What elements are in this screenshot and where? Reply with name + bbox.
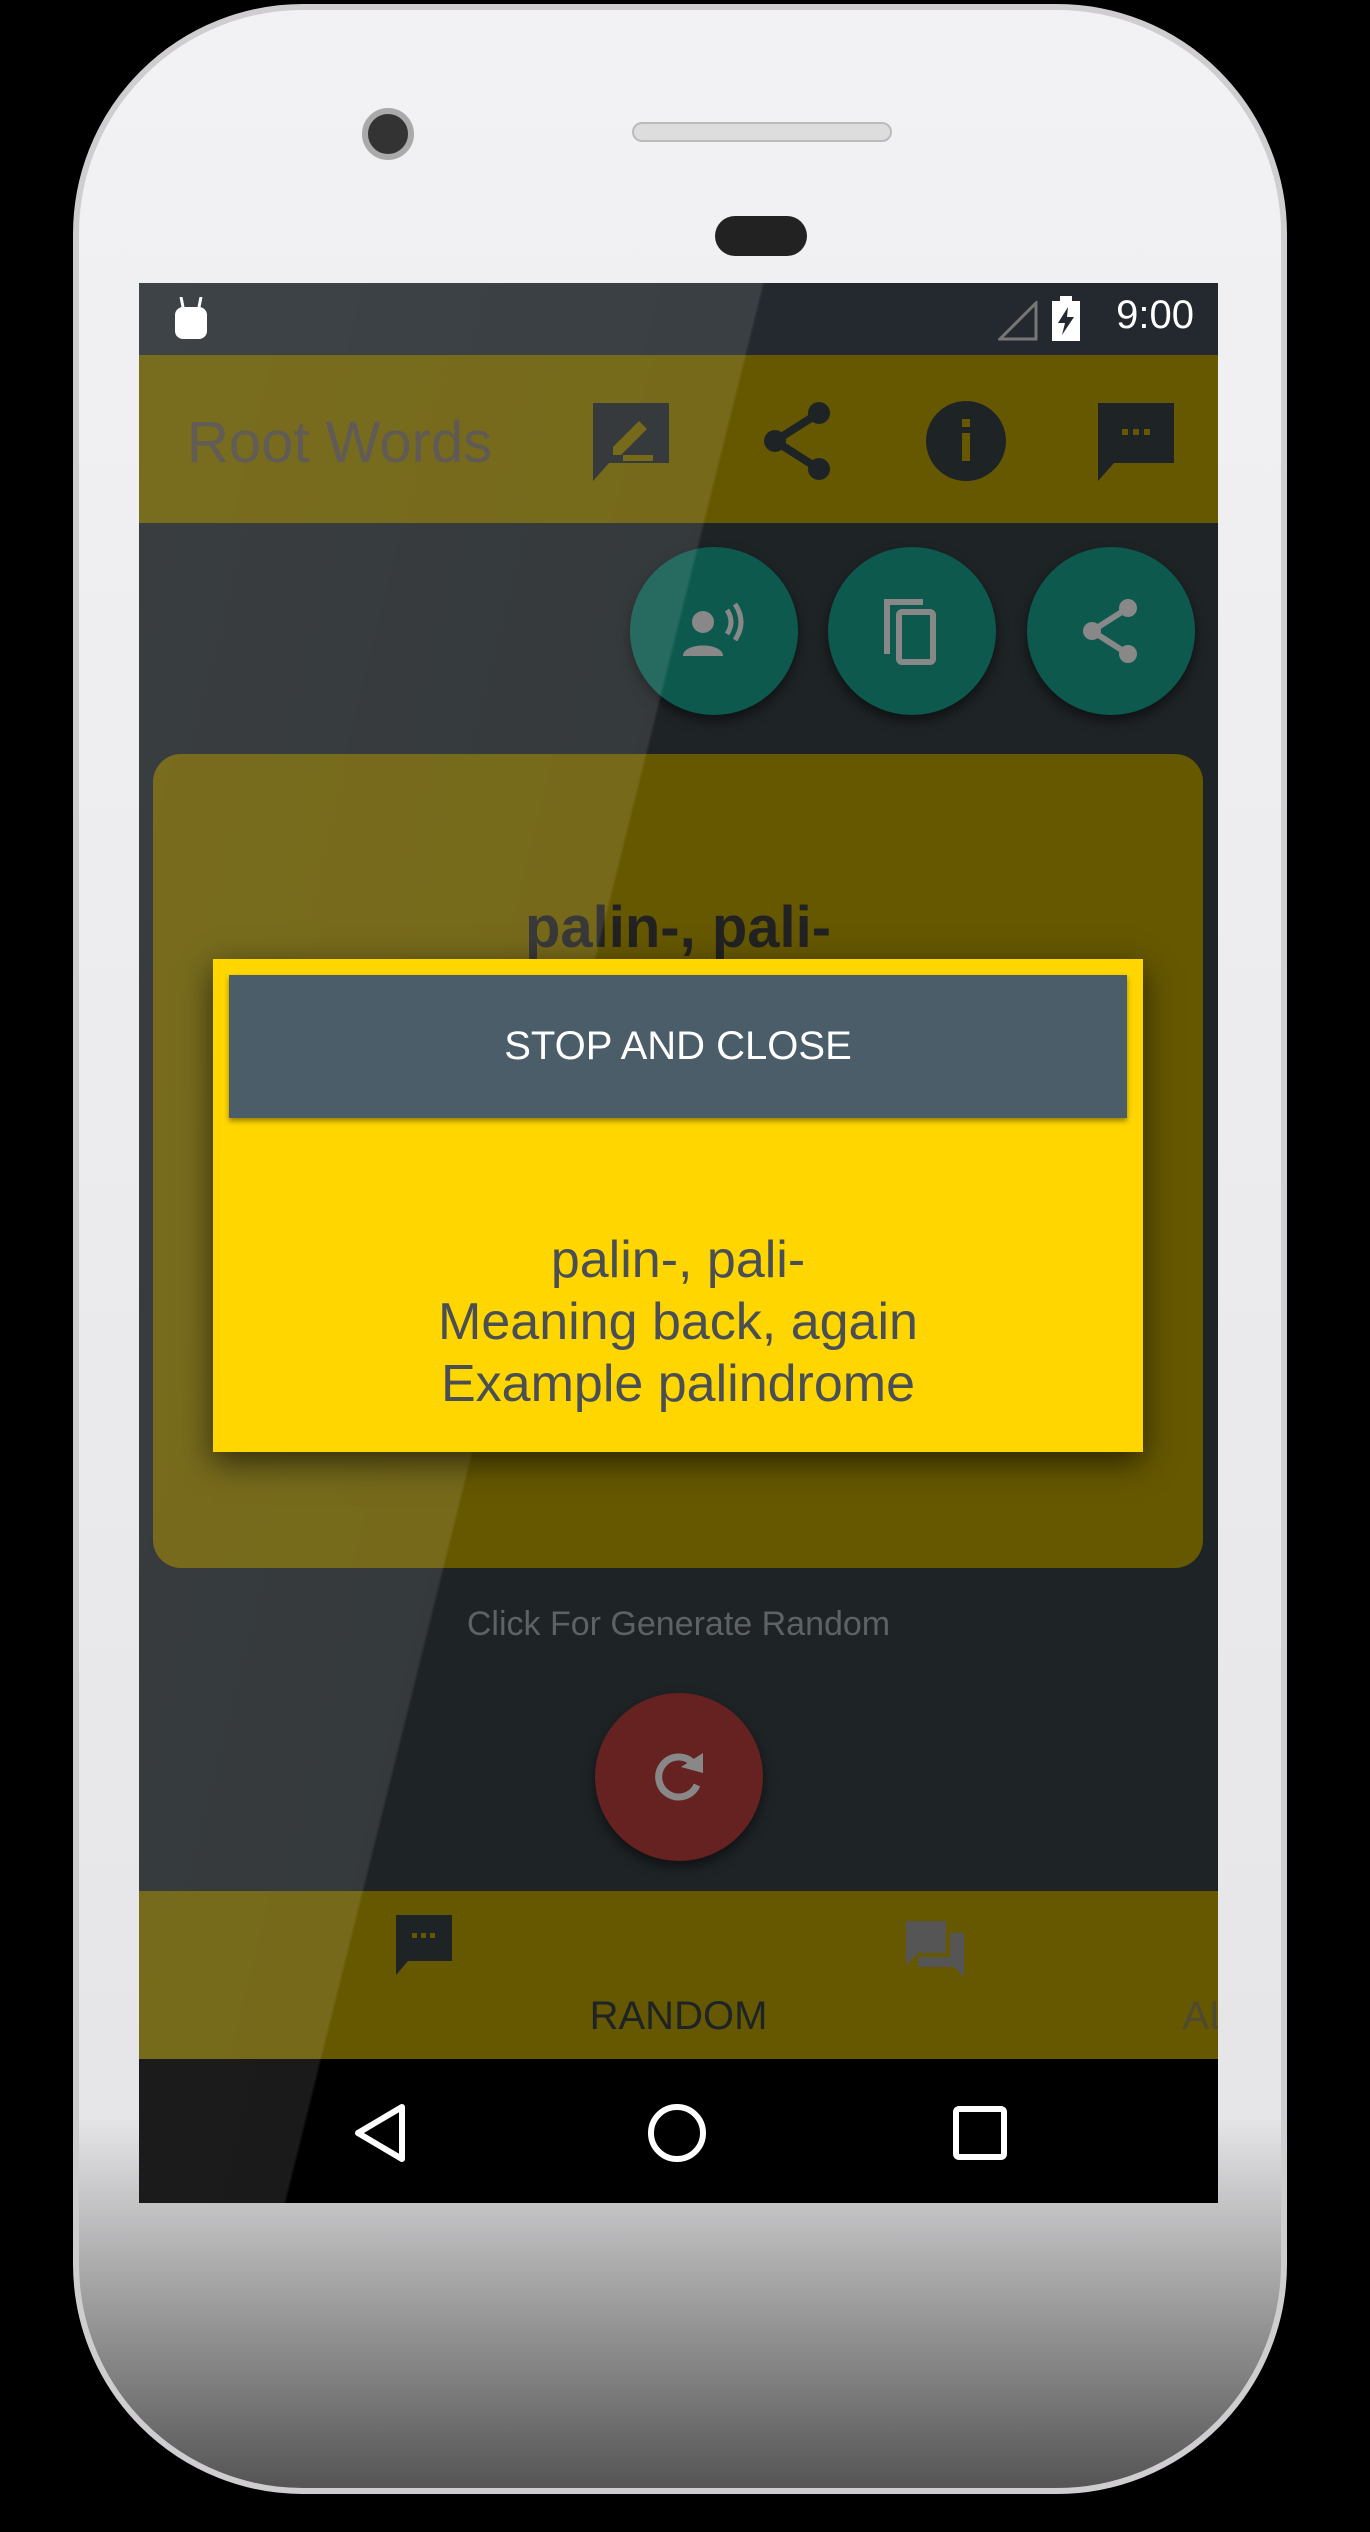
copy-icon xyxy=(884,599,936,665)
bottom-navigation: RANDOM ALL xyxy=(139,1891,1218,2059)
front-camera xyxy=(362,108,414,160)
app-toolbar: Root Words xyxy=(139,355,1218,523)
clock: 9:00 xyxy=(1116,293,1194,337)
word-dialog: STOP AND CLOSE palin-, pali- Meaning bac… xyxy=(213,959,1143,1452)
edit-note-icon[interactable] xyxy=(589,399,673,483)
refresh-icon xyxy=(655,1753,703,1801)
card-word: palin-, pali- xyxy=(524,895,832,960)
generate-hint: Click For Generate Random xyxy=(466,1605,891,1643)
share-icon[interactable] xyxy=(757,399,841,483)
earpiece xyxy=(632,122,892,142)
chat-icon[interactable] xyxy=(1094,399,1178,483)
speak-icon xyxy=(683,602,744,656)
battery-charging-icon xyxy=(1052,296,1080,341)
android-notification-icon xyxy=(175,297,207,339)
back-icon[interactable] xyxy=(352,2103,408,2163)
refresh-button[interactable] xyxy=(595,1693,763,1861)
recents-icon[interactable] xyxy=(952,2105,1008,2161)
chat-icon xyxy=(396,1915,452,1975)
stop-and-close-button[interactable]: STOP AND CLOSE xyxy=(229,975,1127,1118)
system-navigation-bar xyxy=(139,2059,1218,2203)
dialog-example: Example palindrome xyxy=(440,1355,916,1413)
home-icon[interactable] xyxy=(647,2103,707,2163)
status-bar: 9:00 xyxy=(139,283,1218,355)
dialog-text: palin-, pali- Meaning back, again Exampl… xyxy=(213,1229,1143,1415)
signal-icon xyxy=(998,301,1038,341)
tab-random[interactable]: RANDOM xyxy=(139,1891,767,2059)
tab-all[interactable]: ALL xyxy=(679,1891,1218,2059)
copy-button[interactable] xyxy=(828,547,996,715)
dialog-word: palin-, pali- xyxy=(550,1231,806,1289)
app-title: Root Words xyxy=(187,410,493,475)
info-icon[interactable] xyxy=(924,399,1008,483)
tab-all-label: ALL xyxy=(1182,1994,1218,2038)
dialog-meaning: Meaning back, again xyxy=(438,1293,918,1351)
sensor xyxy=(715,216,807,256)
speak-button[interactable] xyxy=(630,547,798,715)
share-word-button[interactable] xyxy=(1027,547,1195,715)
share-icon xyxy=(1083,599,1137,663)
forum-icon xyxy=(905,1921,964,1977)
